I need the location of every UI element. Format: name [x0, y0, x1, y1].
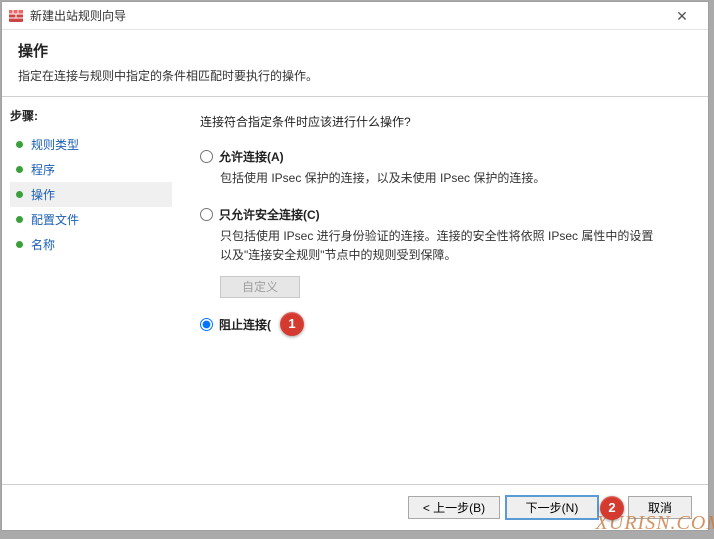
- sidebar-item-ruletype[interactable]: 规则类型: [10, 132, 172, 157]
- sidebar-item-label: 程序: [31, 161, 55, 178]
- steps-label: 步骤:: [10, 107, 172, 124]
- sidebar-item-profile[interactable]: 配置文件: [10, 207, 172, 232]
- firewall-icon: [8, 8, 24, 24]
- sidebar-item-label: 名称: [31, 236, 55, 253]
- sidebar-item-name[interactable]: 名称: [10, 232, 172, 257]
- sidebar-item-label: 操作: [31, 186, 55, 203]
- wizard-window: 新建出站规则向导 ✕ 操作 指定在连接与规则中指定的条件相匹配时要执行的操作。 …: [1, 1, 709, 531]
- close-icon[interactable]: ✕: [662, 9, 702, 23]
- option-secure: 只允许安全连接(C) 只包括使用 IPsec 进行身份验证的连接。连接的安全性将…: [200, 206, 688, 297]
- page-title: 操作: [18, 40, 692, 61]
- radio-block[interactable]: [200, 318, 213, 331]
- bullet-icon: [16, 241, 23, 248]
- sidebar-item-action[interactable]: 操作: [10, 182, 172, 207]
- option-allow-label[interactable]: 允许连接(A): [219, 148, 284, 165]
- body: 步骤: 规则类型 程序 操作 配置文件 名称 连接符合指定条件时应该进行什么操作…: [2, 97, 708, 484]
- radio-secure[interactable]: [200, 208, 213, 221]
- radio-allow[interactable]: [200, 150, 213, 163]
- titlebar: 新建出站规则向导 ✕: [2, 2, 708, 30]
- bullet-icon: [16, 216, 23, 223]
- option-allow: 允许连接(A) 包括使用 IPsec 保护的连接，以及未使用 IPsec 保护的…: [200, 148, 688, 188]
- option-block-label[interactable]: 阻止连接(: [219, 316, 271, 333]
- annotation-marker-1: 1: [280, 312, 304, 336]
- sidebar: 步骤: 规则类型 程序 操作 配置文件 名称: [2, 97, 180, 484]
- back-button[interactable]: < 上一步(B): [408, 496, 500, 519]
- page-subtitle: 指定在连接与规则中指定的条件相匹配时要执行的操作。: [18, 67, 692, 84]
- sidebar-item-label: 配置文件: [31, 211, 79, 228]
- option-block: 阻止连接( 1: [200, 316, 688, 333]
- window-title: 新建出站规则向导: [30, 7, 662, 24]
- annotation-marker-2: 2: [600, 496, 624, 520]
- option-secure-desc: 只包括使用 IPsec 进行身份验证的连接。连接的安全性将依照 IPsec 属性…: [220, 227, 660, 265]
- bullet-icon: [16, 166, 23, 173]
- sidebar-item-program[interactable]: 程序: [10, 157, 172, 182]
- header: 操作 指定在连接与规则中指定的条件相匹配时要执行的操作。: [2, 30, 708, 97]
- bullet-icon: [16, 191, 23, 198]
- next-button[interactable]: 下一步(N): [506, 496, 598, 519]
- sidebar-item-label: 规则类型: [31, 136, 79, 153]
- option-secure-label[interactable]: 只允许安全连接(C): [219, 206, 320, 223]
- option-allow-desc: 包括使用 IPsec 保护的连接，以及未使用 IPsec 保护的连接。: [220, 169, 660, 188]
- customize-button: 自定义: [220, 276, 300, 298]
- bullet-icon: [16, 141, 23, 148]
- action-prompt: 连接符合指定条件时应该进行什么操作?: [200, 113, 688, 130]
- content: 连接符合指定条件时应该进行什么操作? 允许连接(A) 包括使用 IPsec 保护…: [180, 97, 708, 484]
